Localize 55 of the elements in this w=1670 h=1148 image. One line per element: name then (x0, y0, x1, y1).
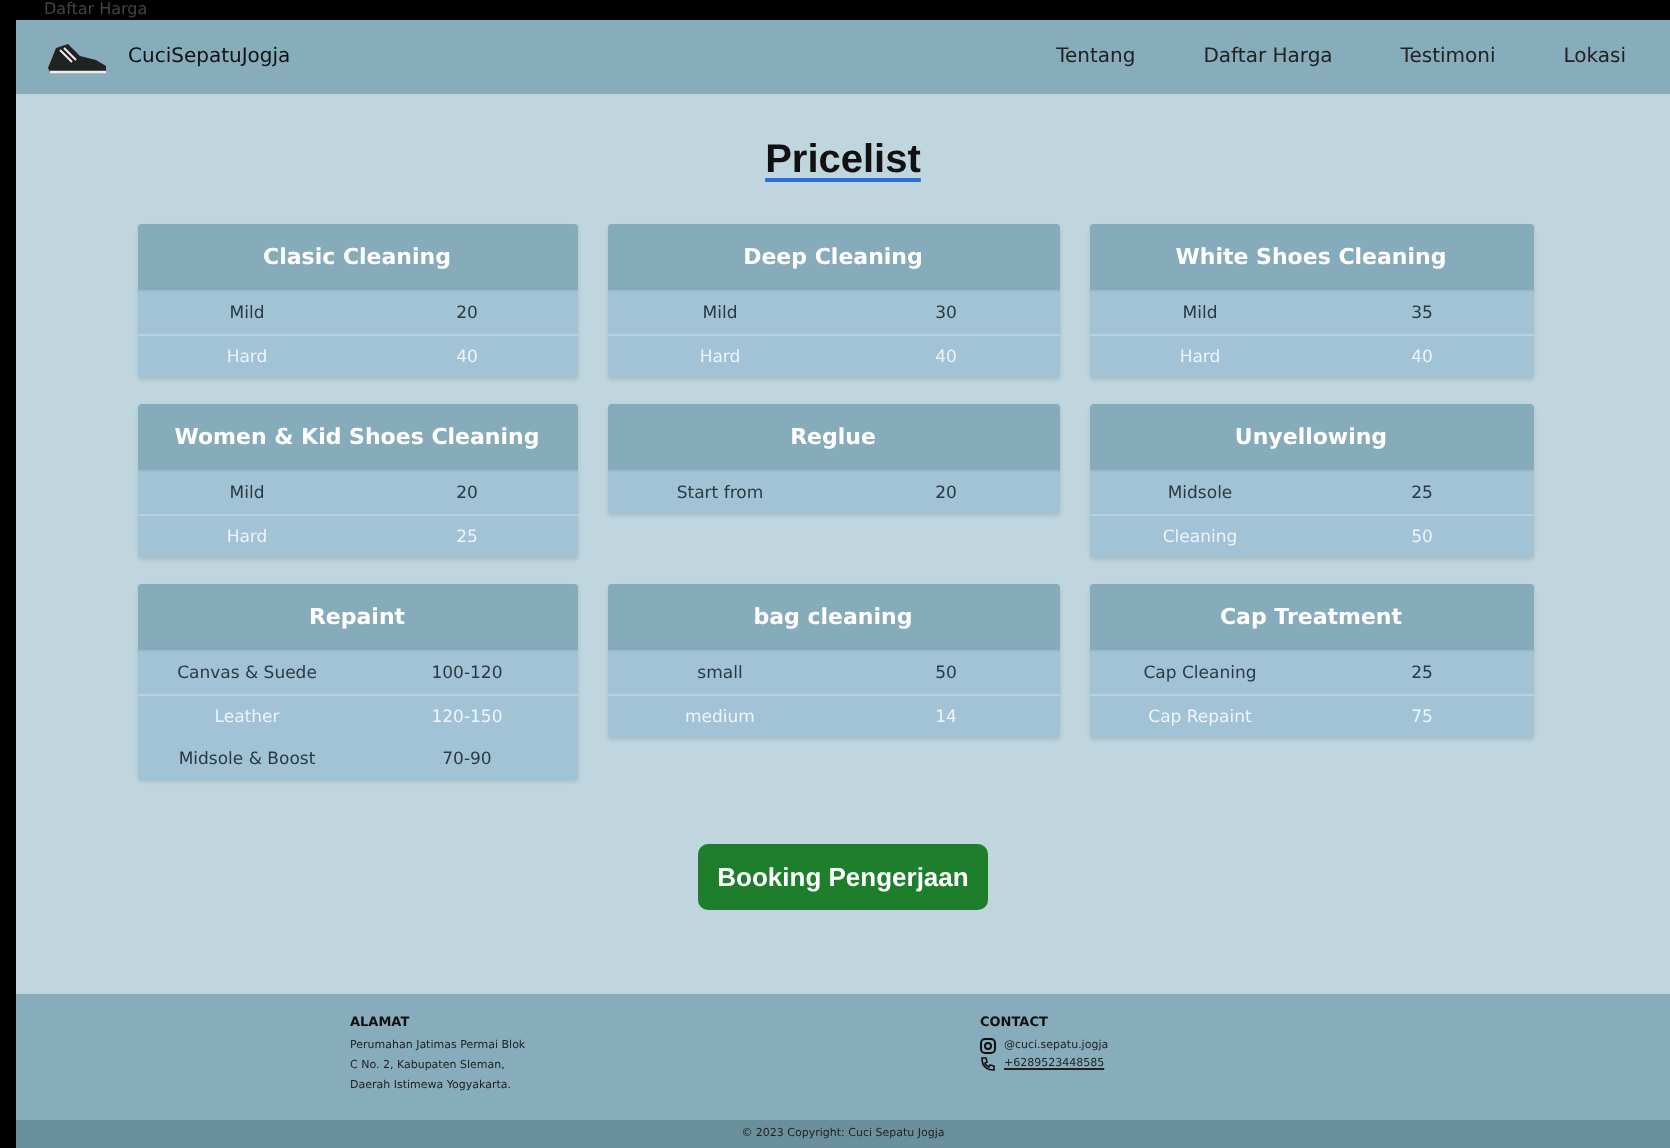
brand-name[interactable]: CuciSepatuJogja (128, 46, 291, 68)
service-label: Mild (1180, 303, 1220, 323)
service-label: Mild (700, 303, 740, 323)
card-title: Women & Kid Shoes Cleaning (137, 404, 577, 472)
browser-tab-title: Daftar Harga (44, 2, 148, 18)
nav-link[interactable]: Daftar Harga (1203, 46, 1333, 68)
service-price: 30 (933, 303, 959, 323)
service-label: Start from (674, 483, 766, 503)
service-label: Cap Repaint (1146, 707, 1254, 727)
service-price: 14 (933, 707, 959, 727)
service-label: small (695, 663, 745, 683)
card-title: Deep Cleaning (607, 224, 1059, 292)
service-price: 20 (933, 483, 959, 503)
nav-link[interactable]: Testimoni (1400, 46, 1496, 68)
service-price: 120-150 (429, 707, 505, 727)
service-label: Cap Cleaning (1141, 663, 1259, 683)
card-title: Repaint (137, 584, 577, 652)
service-price: 25 (1409, 483, 1435, 503)
service-price: 20 (454, 303, 480, 323)
service-label: Hard (697, 347, 743, 367)
service-price: 35 (1409, 303, 1435, 323)
service-price: 40 (454, 347, 480, 367)
card-title: Cap Treatment (1089, 584, 1533, 652)
service-label: Midsole (1165, 483, 1235, 503)
booking-button[interactable]: Booking Pengerjaan (697, 844, 989, 910)
card-title: Clasic Cleaning (137, 224, 577, 292)
service-price: 40 (1409, 347, 1435, 367)
card-title: Unyellowing (1089, 404, 1533, 472)
service-label: Mild (227, 303, 267, 323)
instagram-icon (980, 1037, 996, 1053)
service-price: 100-120 (429, 663, 505, 683)
service-label: Canvas & Suede (175, 663, 319, 683)
service-label: Hard (1177, 347, 1223, 367)
phone-icon (980, 1055, 996, 1071)
page-title: Pricelist (765, 138, 921, 184)
nav-link[interactable]: Tentang (1056, 46, 1136, 68)
card-title: Reglue (607, 404, 1059, 472)
service-price: 20 (454, 483, 480, 503)
service-price: 25 (1409, 663, 1435, 683)
service-price: 50 (1409, 527, 1435, 547)
card-title: White Shoes Cleaning (1089, 224, 1533, 292)
nav-link[interactable]: Lokasi (1563, 46, 1626, 68)
service-label: Hard (224, 347, 270, 367)
card-title: bag cleaning (607, 584, 1059, 652)
service-price: 50 (933, 663, 959, 683)
service-label: Hard (224, 527, 270, 547)
service-price: 40 (933, 347, 959, 367)
service-price: 70-90 (440, 749, 494, 769)
service-label: medium (683, 707, 757, 727)
service-label: Cleaning (1160, 527, 1240, 547)
service-price: 75 (1409, 707, 1435, 727)
service-label: Leather (212, 707, 282, 727)
service-price: 25 (454, 527, 480, 547)
service-label: Mild (227, 483, 267, 503)
service-label: Midsole & Boost (176, 749, 318, 769)
